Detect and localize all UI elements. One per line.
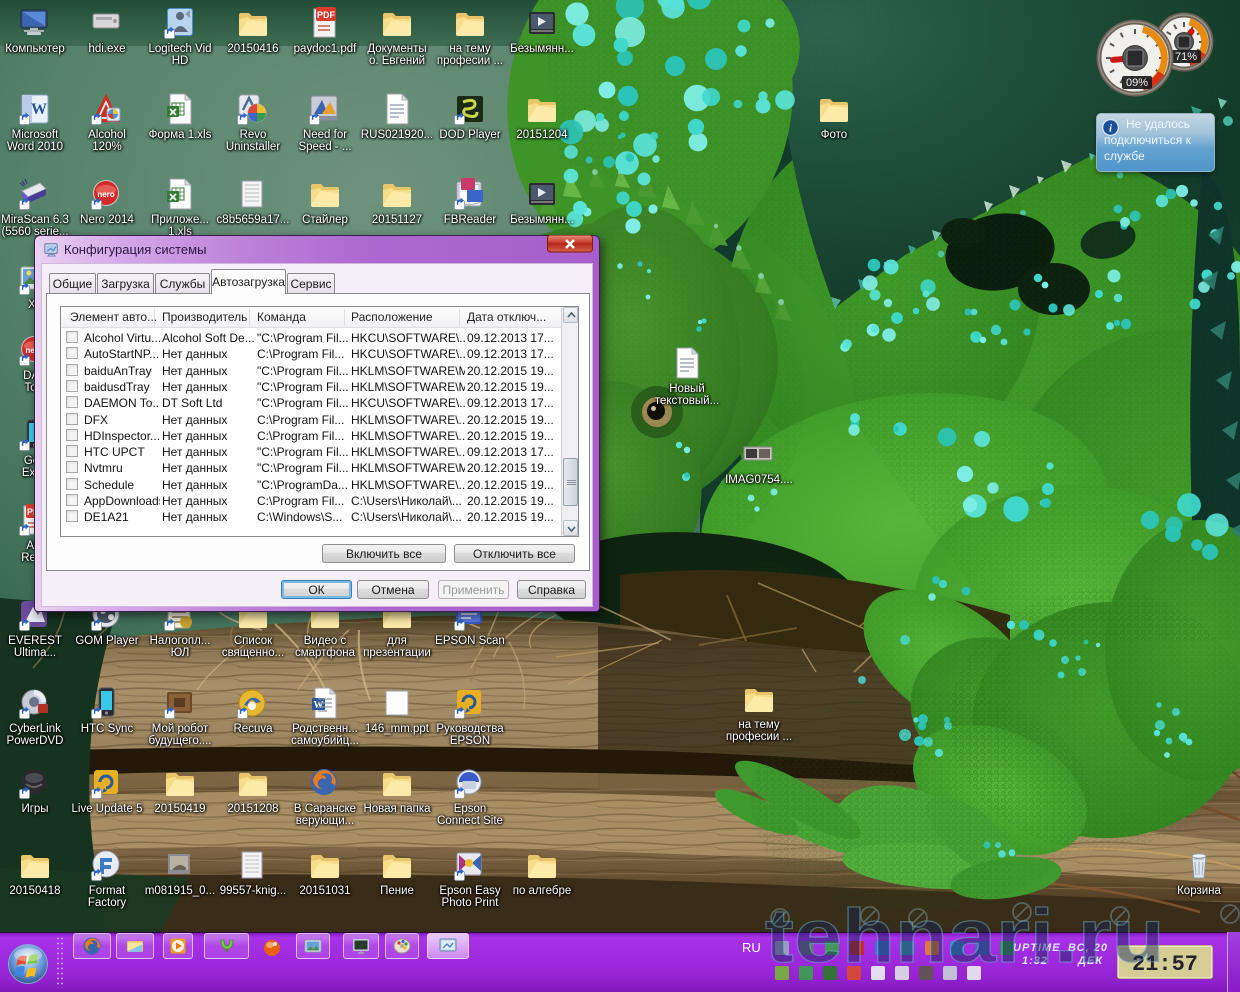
svg-text:W: W xyxy=(31,101,47,118)
svg-text:nero: nero xyxy=(97,190,114,199)
svg-text:71%: 71% xyxy=(1175,51,1197,63)
svg-text:09%: 09% xyxy=(1126,77,1148,89)
svg-text:W: W xyxy=(314,700,324,711)
svg-text:PDF: PDF xyxy=(317,10,336,20)
